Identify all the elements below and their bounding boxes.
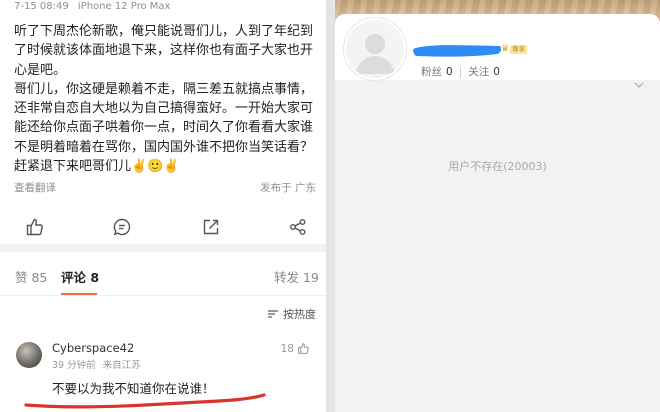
vip-tag: 尊享 [510,45,528,54]
stats-separator: | [458,65,463,78]
comment-location: 来自江苏 [102,360,141,371]
active-tab-indicator [61,293,97,295]
thumbs-up-icon [298,343,309,354]
following-count[interactable]: 0 [493,66,500,78]
crown-icon: ♛ [501,44,510,54]
tab-comments[interactable]: 评论 8 [61,267,99,286]
tab-likes[interactable]: 赞 85 [15,267,47,286]
section-divider [0,244,326,252]
comment-meta: 39 分钟前 来自江苏 [52,357,141,371]
avatar[interactable] [16,342,42,368]
vip-badge: ♛ 尊享 [501,44,528,55]
more-share-icon[interactable] [288,217,308,237]
thumbs-up-icon[interactable] [25,217,45,237]
post-panel: 7-15 08:49 iPhone 12 Pro Max 听了下周杰伦新歌，俺只… [0,0,326,412]
post-footer: 查看翻译 发布于 广东 [14,180,316,195]
comment-username[interactable]: Cyberspace42 [52,341,134,355]
comment-time: 39 分钟前 [52,360,96,371]
post-device: iPhone 12 Pro Max [77,1,171,12]
followers-label[interactable]: 粉丝 [421,64,442,79]
post-body: 听了下周杰伦新歌，俺只能说哥们儿，人到了年纪到了时候就该体面地退下来，这样你也有… [14,24,314,175]
redacted-username-scribble [413,45,501,57]
default-avatar-icon [355,34,395,74]
following-label[interactable]: 关注 [468,64,489,79]
post-date: 7-15 08:49 [14,1,69,12]
avatar[interactable] [344,18,406,80]
profile-card: ♛ 尊享 粉丝 0 | 关注 0 [335,14,660,80]
chevron-down-icon[interactable] [634,82,644,88]
sort-button[interactable]: 按热度 [267,306,316,322]
profile-stats: 粉丝 0 | 关注 0 [421,64,500,79]
profile-panel: ♛ 尊享 粉丝 0 | 关注 0 用户不存在(20003) [335,0,660,412]
comment-icon[interactable] [112,217,132,237]
post-location: 发布于 广东 [260,182,316,194]
translate-link[interactable]: 查看翻译 [14,182,56,194]
empty-state-message: 用户不存在(20003) [448,160,547,173]
share-icon[interactable] [201,217,221,237]
post-meta: 7-15 08:49 iPhone 12 Pro Max [14,1,170,12]
red-underline-annotation [24,393,266,409]
panel-divider [326,0,335,412]
sort-icon [268,310,278,318]
engagement-tabs: 赞 85 评论 8 转发 19 [0,262,326,296]
tab-reposts[interactable]: 转发 19 [274,267,319,286]
sort-label: 按热度 [283,308,316,321]
followers-count[interactable]: 0 [446,66,453,78]
action-bar [0,212,326,242]
comment-like-count: 18 [280,342,294,355]
comment-like-button[interactable]: 18 [281,342,310,355]
